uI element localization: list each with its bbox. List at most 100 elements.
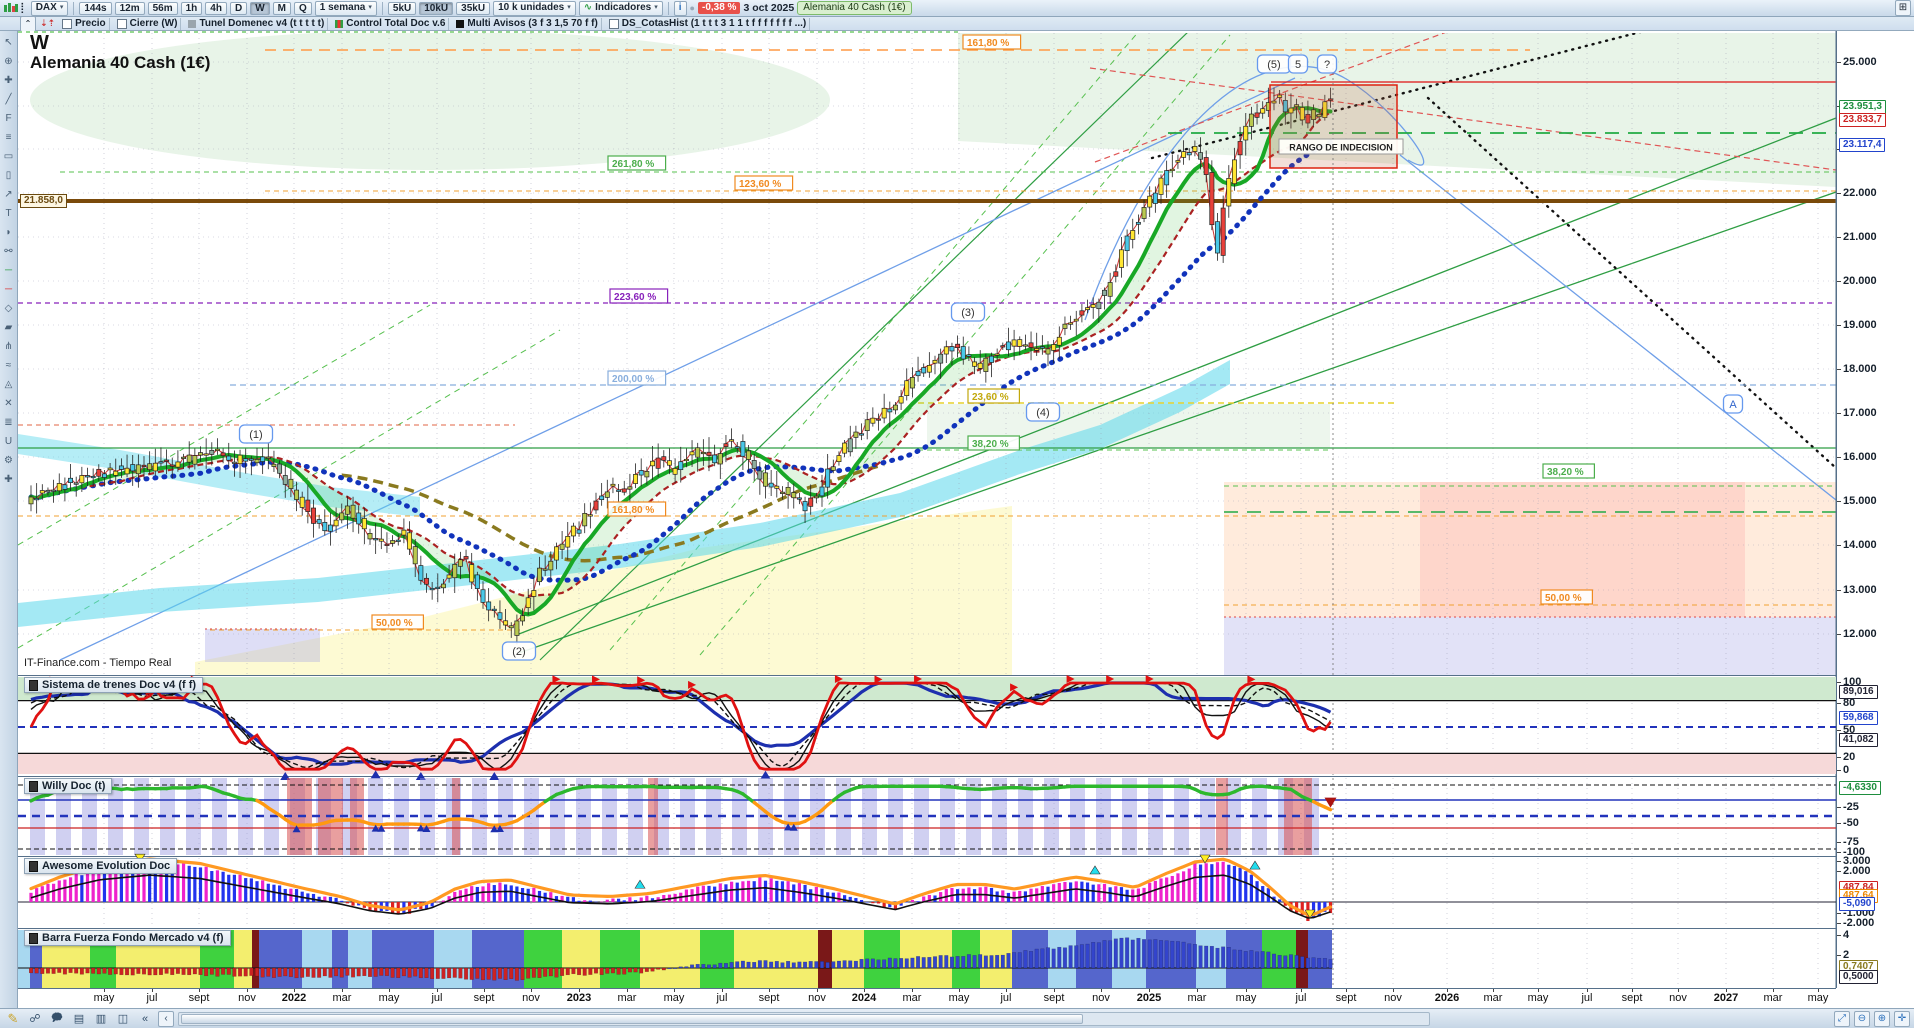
tool-cursor-icon[interactable]: ↖: [2, 33, 16, 52]
axis-tick-label: 13.000: [1843, 584, 1877, 596]
time-tick-label: mar: [332, 992, 352, 1004]
panel-badge-0[interactable]: Sistema de trenes Doc v4 (f f): [24, 677, 204, 693]
indicators-button[interactable]: ∿ Indicadores ▾: [578, 0, 663, 16]
indicator-toggle-0[interactable]: Precio: [59, 17, 110, 30]
tool-crosshair-icon[interactable]: ✚: [2, 71, 16, 90]
tool-rectangle-blue-icon[interactable]: ▭: [2, 147, 16, 166]
tool-rectangle-red-icon[interactable]: ▯: [2, 166, 16, 185]
scrollbar-thumb[interactable]: [181, 1013, 1083, 1024]
collapse-panel-button[interactable]: ⌃: [20, 15, 36, 32]
time-tick-label: sept: [1621, 992, 1643, 1004]
units-label: 10 k unidades: [498, 2, 565, 13]
tool-parallelogram-icon[interactable]: ▰: [2, 318, 16, 337]
trading-platform-window: ⡇ DAX ▾ 144s 12m 56m 1h 4h D W M Q 1 semana ▾ 5kU 10kU 3…: [0, 0, 1914, 1028]
tf-button-4h[interactable]: 4h: [205, 1, 227, 15]
panel-badge-2[interactable]: Awesome Evolution Doc: [24, 858, 178, 874]
panel-badge-3[interactable]: Barra Fuerza Fondo Mercado v4 (f): [24, 930, 231, 946]
checkbox-icon[interactable]: [116, 18, 127, 29]
unit-button-35kU[interactable]: 35kU: [456, 1, 491, 15]
panel-badge-1[interactable]: Willy Doc (t): [24, 778, 113, 794]
compare-bars-icon[interactable]: ▥: [92, 1011, 110, 1027]
tool-zoom-box-icon[interactable]: ⊕: [2, 52, 16, 71]
tf-button-D[interactable]: D: [229, 1, 248, 15]
zoom-out-icon[interactable]: ⊖: [1854, 1010, 1870, 1027]
time-axis[interactable]: may jul sept nov 2022 mar may jul sept nov 2023 mar…: [18, 988, 1836, 1009]
checkbox-icon[interactable]: [608, 18, 619, 29]
comment-icon[interactable]: 🗭: [48, 1011, 66, 1027]
axis-tick-mark: [1837, 682, 1841, 683]
separator: [667, 1, 669, 15]
time-tick-label: nov: [808, 992, 826, 1004]
tool-triangle-icon[interactable]: ◬: [2, 375, 16, 394]
svg-text:23,60 %: 23,60 %: [972, 392, 1009, 403]
tool-pitchfork-icon[interactable]: ⋔: [2, 337, 16, 356]
draw-pencil-icon[interactable]: ✎: [4, 1011, 22, 1027]
tf-button-56m[interactable]: 56m: [147, 1, 178, 15]
axis-tick-mark: [1837, 913, 1841, 914]
tool-segment-green-icon[interactable]: ─: [2, 261, 16, 280]
axis-tick-label: 22.000: [1843, 187, 1877, 199]
bottom-toolbar: ✎ ☍ 🗭 ▤ ▥ ◫ «‹ ⤢ ⊖ ⊕ ✛: [0, 1008, 1914, 1028]
pointer-mode-icon[interactable]: ✛: [1894, 1010, 1910, 1027]
panel-icon: [29, 860, 38, 872]
indicator-toggle-2[interactable]: Tunel Domenec v4 (t t t t t): [185, 17, 329, 30]
new-window-icon[interactable]: ◫: [114, 1011, 132, 1027]
panel-name: Awesome Evolution Doc: [42, 860, 171, 872]
app-logo-icon: [3, 2, 18, 14]
info-icon[interactable]: i: [673, 0, 687, 16]
tool-plus-icon[interactable]: ✚: [2, 470, 16, 489]
price-value-tag: 23.833,7: [1839, 113, 1886, 127]
svg-text:(3): (3): [961, 307, 974, 319]
unit-button-10kU[interactable]: 10kU: [419, 1, 454, 15]
symbol-select[interactable]: DAX ▾: [30, 0, 69, 16]
tf-button-12m[interactable]: 12m: [114, 1, 145, 15]
svg-text:?: ?: [1324, 59, 1330, 71]
horizontal-scrollbar[interactable]: [178, 1011, 1430, 1026]
zoom-fit-icon[interactable]: ⤢: [1834, 1010, 1850, 1027]
tf-button-M[interactable]: M: [272, 1, 291, 15]
indicator-toggle-4[interactable]: Multi Avisos (3 f 3 1,5 70 f f): [453, 17, 602, 30]
tool-segment-red-icon[interactable]: ─: [2, 280, 16, 299]
tf-button-1h[interactable]: 1h: [180, 1, 203, 15]
time-tick-label: nov: [1669, 992, 1687, 1004]
tool-wave-icon[interactable]: ≈: [2, 356, 16, 375]
axis-tick-label: 14.000: [1843, 539, 1877, 551]
indicator-toggle-3[interactable]: Control Total Doc v.6: [332, 17, 450, 30]
main-chart-canvas[interactable]: 161,80 % 261,80 % 123,60 % 223,60 % 200,00 %…: [18, 31, 1836, 988]
zoom-in-icon[interactable]: ⊕: [1874, 1010, 1890, 1027]
unit-button-5kU[interactable]: 5kU: [387, 1, 417, 15]
svg-text:261,80 %: 261,80 %: [612, 159, 654, 170]
export-file-icon[interactable]: ▤: [70, 1011, 88, 1027]
tool-fib-fan-icon[interactable]: ≡: [2, 128, 16, 147]
tf-button-W[interactable]: W: [250, 1, 270, 15]
indicators-label: Indicadores: [595, 2, 652, 13]
layout-grid-icon[interactable]: ⊞: [1895, 0, 1911, 16]
time-tick-label: sept: [758, 992, 780, 1004]
share-icon[interactable]: ☍: [26, 1011, 44, 1027]
axis-tick-label: -50: [1843, 817, 1859, 829]
tool-trendline-icon[interactable]: ╱: [2, 90, 16, 109]
tf-button-Q[interactable]: Q: [294, 1, 312, 15]
tool-text-icon[interactable]: T: [2, 204, 16, 223]
tool-gear-icon[interactable]: ⚙: [2, 451, 16, 470]
tool-fib-retracement-icon[interactable]: F: [2, 109, 16, 128]
tool-magnet-icon[interactable]: U: [2, 432, 16, 451]
period-select[interactable]: 1 semana ▾: [314, 0, 377, 16]
tool-list-icon[interactable]: ≣: [2, 413, 16, 432]
collapse-icons-button[interactable]: «: [136, 1011, 154, 1027]
units-select[interactable]: 10 k unidades ▾: [493, 0, 576, 16]
change-badge: -0,38 %: [697, 2, 741, 14]
checkbox-icon[interactable]: [62, 18, 73, 29]
tool-link-icon[interactable]: ⚯: [2, 242, 16, 261]
price-axis[interactable]: 25.00024.00023.00022.00021.00020.00019.0…: [1836, 31, 1914, 988]
indicator-toggle-1[interactable]: Cierre (W): [114, 17, 182, 30]
tool-delete-icon[interactable]: ✕: [2, 394, 16, 413]
chart-area[interactable]: 161,80 % 261,80 % 123,60 % 223,60 % 200,00 %…: [18, 31, 1836, 988]
indicator-toggle-5[interactable]: DS_CotasHist (1 t t t 3 1 1 t f f f f f …: [606, 17, 811, 30]
tool-diamond-icon[interactable]: ◇: [2, 299, 16, 318]
tf-button-144s[interactable]: 144s: [79, 1, 112, 15]
tool-callout-icon[interactable]: ◗: [2, 223, 16, 242]
scroll-left-button[interactable]: ‹: [158, 1010, 174, 1027]
tool-arrow-icon[interactable]: ↗: [2, 185, 16, 204]
axis-tick-label: 2.000: [1843, 865, 1871, 877]
